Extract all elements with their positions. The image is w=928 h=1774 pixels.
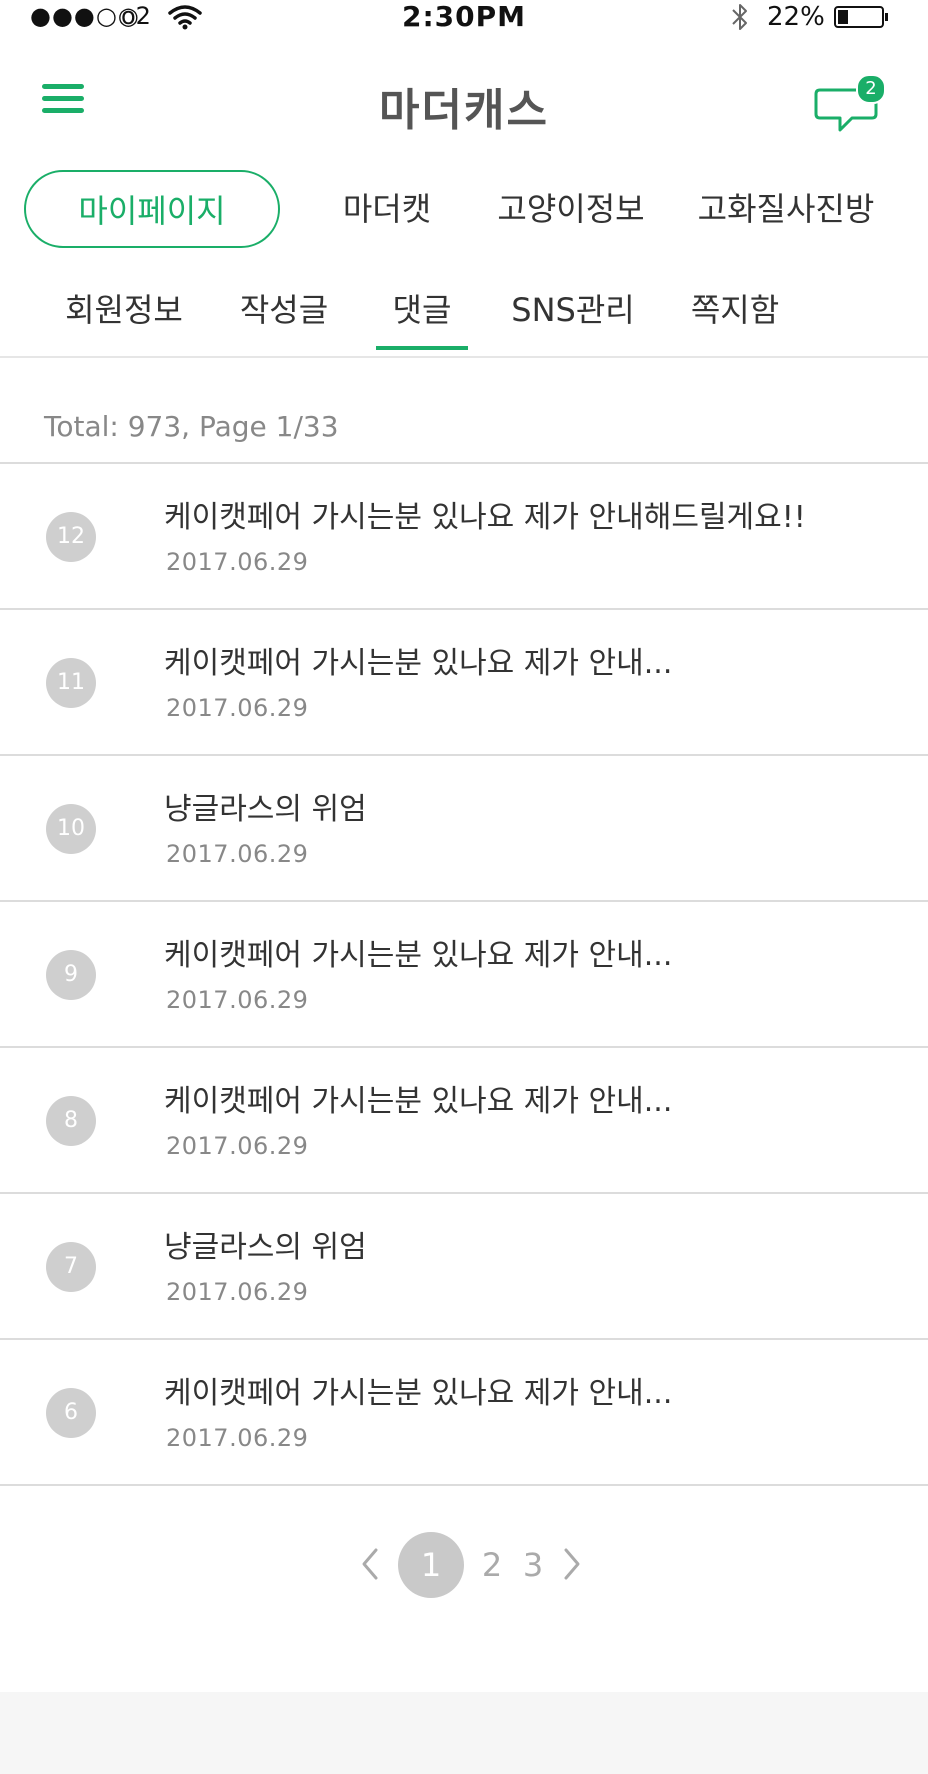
main-tabs: 마이페이지 마더캣 고양이정보 고화질사진방 bbox=[0, 170, 928, 252]
battery-icon bbox=[834, 6, 888, 28]
item-title: 냥글라스의 위엄 bbox=[164, 1230, 367, 1265]
pagination: 1 2 3 bbox=[0, 1530, 928, 1600]
item-number-badge: 10 bbox=[46, 804, 96, 854]
status-bar: ●●●○○ o2 2:30PM 22% bbox=[0, 0, 928, 34]
item-number-badge: 9 bbox=[46, 950, 96, 1000]
page-3-button[interactable]: 3 bbox=[500, 1532, 566, 1598]
bluetooth-icon bbox=[732, 4, 747, 30]
item-date: 2017.06.29 bbox=[166, 840, 309, 868]
total-count: Total: 973, Page 1/33 bbox=[44, 410, 339, 443]
app-logo: 마더캐스 bbox=[379, 85, 549, 136]
page-1-button[interactable]: 1 bbox=[398, 1532, 464, 1598]
subtab-posts[interactable]: 작성글 bbox=[232, 282, 336, 346]
tab-mothercat[interactable]: 마더캣 bbox=[320, 170, 454, 248]
item-date: 2017.06.29 bbox=[166, 1278, 309, 1306]
item-date: 2017.06.29 bbox=[166, 1132, 309, 1160]
chevron-right-icon[interactable] bbox=[560, 1546, 584, 1582]
item-number-badge: 8 bbox=[46, 1096, 96, 1146]
item-title: 케이캣페어 가시는분 있나요 제가 안내... bbox=[164, 938, 673, 973]
unread-count-badge: 2 bbox=[856, 74, 886, 104]
item-date: 2017.06.29 bbox=[166, 1424, 309, 1452]
item-number-badge: 12 bbox=[46, 512, 96, 562]
footer-area bbox=[0, 1692, 928, 1774]
item-title: 케이캣페어 가시는분 있나요 제가 안내... bbox=[164, 1376, 673, 1411]
messages-button[interactable]: 2 bbox=[814, 70, 886, 134]
item-date: 2017.06.29 bbox=[166, 548, 309, 576]
item-title: 케이캣페어 가시는분 있나요 제가 안내해드릴게요!! bbox=[164, 500, 806, 535]
subtab-messages[interactable]: 쪽지함 bbox=[680, 282, 790, 346]
list-item[interactable]: 6 케이캣페어 가시는분 있나요 제가 안내... 2017.06.29 bbox=[0, 1340, 928, 1486]
tab-mypage[interactable]: 마이페이지 bbox=[24, 170, 280, 248]
list-item[interactable]: 12 케이캣페어 가시는분 있나요 제가 안내해드릴게요!! 2017.06.2… bbox=[0, 464, 928, 610]
battery-percent: 22% bbox=[767, 2, 825, 32]
list-item[interactable]: 9 케이캣페어 가시는분 있나요 제가 안내... 2017.06.29 bbox=[0, 902, 928, 1048]
comment-list: 12 케이캣페어 가시는분 있나요 제가 안내해드릴게요!! 2017.06.2… bbox=[0, 462, 928, 1486]
list-item[interactable]: 11 케이캣페어 가시는분 있나요 제가 안내... 2017.06.29 bbox=[0, 610, 928, 756]
tab-cat-info[interactable]: 고양이정보 bbox=[488, 170, 654, 248]
list-item[interactable]: 8 케이캣페어 가시는분 있나요 제가 안내... 2017.06.29 bbox=[0, 1048, 928, 1194]
page: ●●●○○ o2 2:30PM 22% 마더캐스 2 마이페이지 마더캣 고양이… bbox=[0, 0, 928, 1774]
subtab-sns[interactable]: SNS관리 bbox=[508, 282, 638, 346]
subtab-comments[interactable]: 댓글 bbox=[376, 282, 468, 350]
item-number-badge: 7 bbox=[46, 1242, 96, 1292]
subtab-member-info[interactable]: 회원정보 bbox=[60, 282, 188, 346]
sub-tabs: 회원정보 작성글 댓글 SNS관리 쪽지함 bbox=[0, 272, 928, 358]
item-date: 2017.06.29 bbox=[166, 986, 309, 1014]
list-item[interactable]: 10 냥글라스의 위엄 2017.06.29 bbox=[0, 756, 928, 902]
chevron-left-icon[interactable] bbox=[358, 1546, 382, 1582]
list-item[interactable]: 7 냥글라스의 위엄 2017.06.29 bbox=[0, 1194, 928, 1340]
item-title: 냥글라스의 위엄 bbox=[164, 792, 367, 827]
tab-hd-photos[interactable]: 고화질사진방 bbox=[688, 170, 884, 248]
item-title: 케이캣페어 가시는분 있나요 제가 안내... bbox=[164, 1084, 673, 1119]
app-header: 마더캐스 2 bbox=[0, 60, 928, 140]
item-title: 케이캣페어 가시는분 있나요 제가 안내... bbox=[164, 646, 673, 681]
item-date: 2017.06.29 bbox=[166, 694, 309, 722]
item-number-badge: 6 bbox=[46, 1388, 96, 1438]
item-number-badge: 11 bbox=[46, 658, 96, 708]
